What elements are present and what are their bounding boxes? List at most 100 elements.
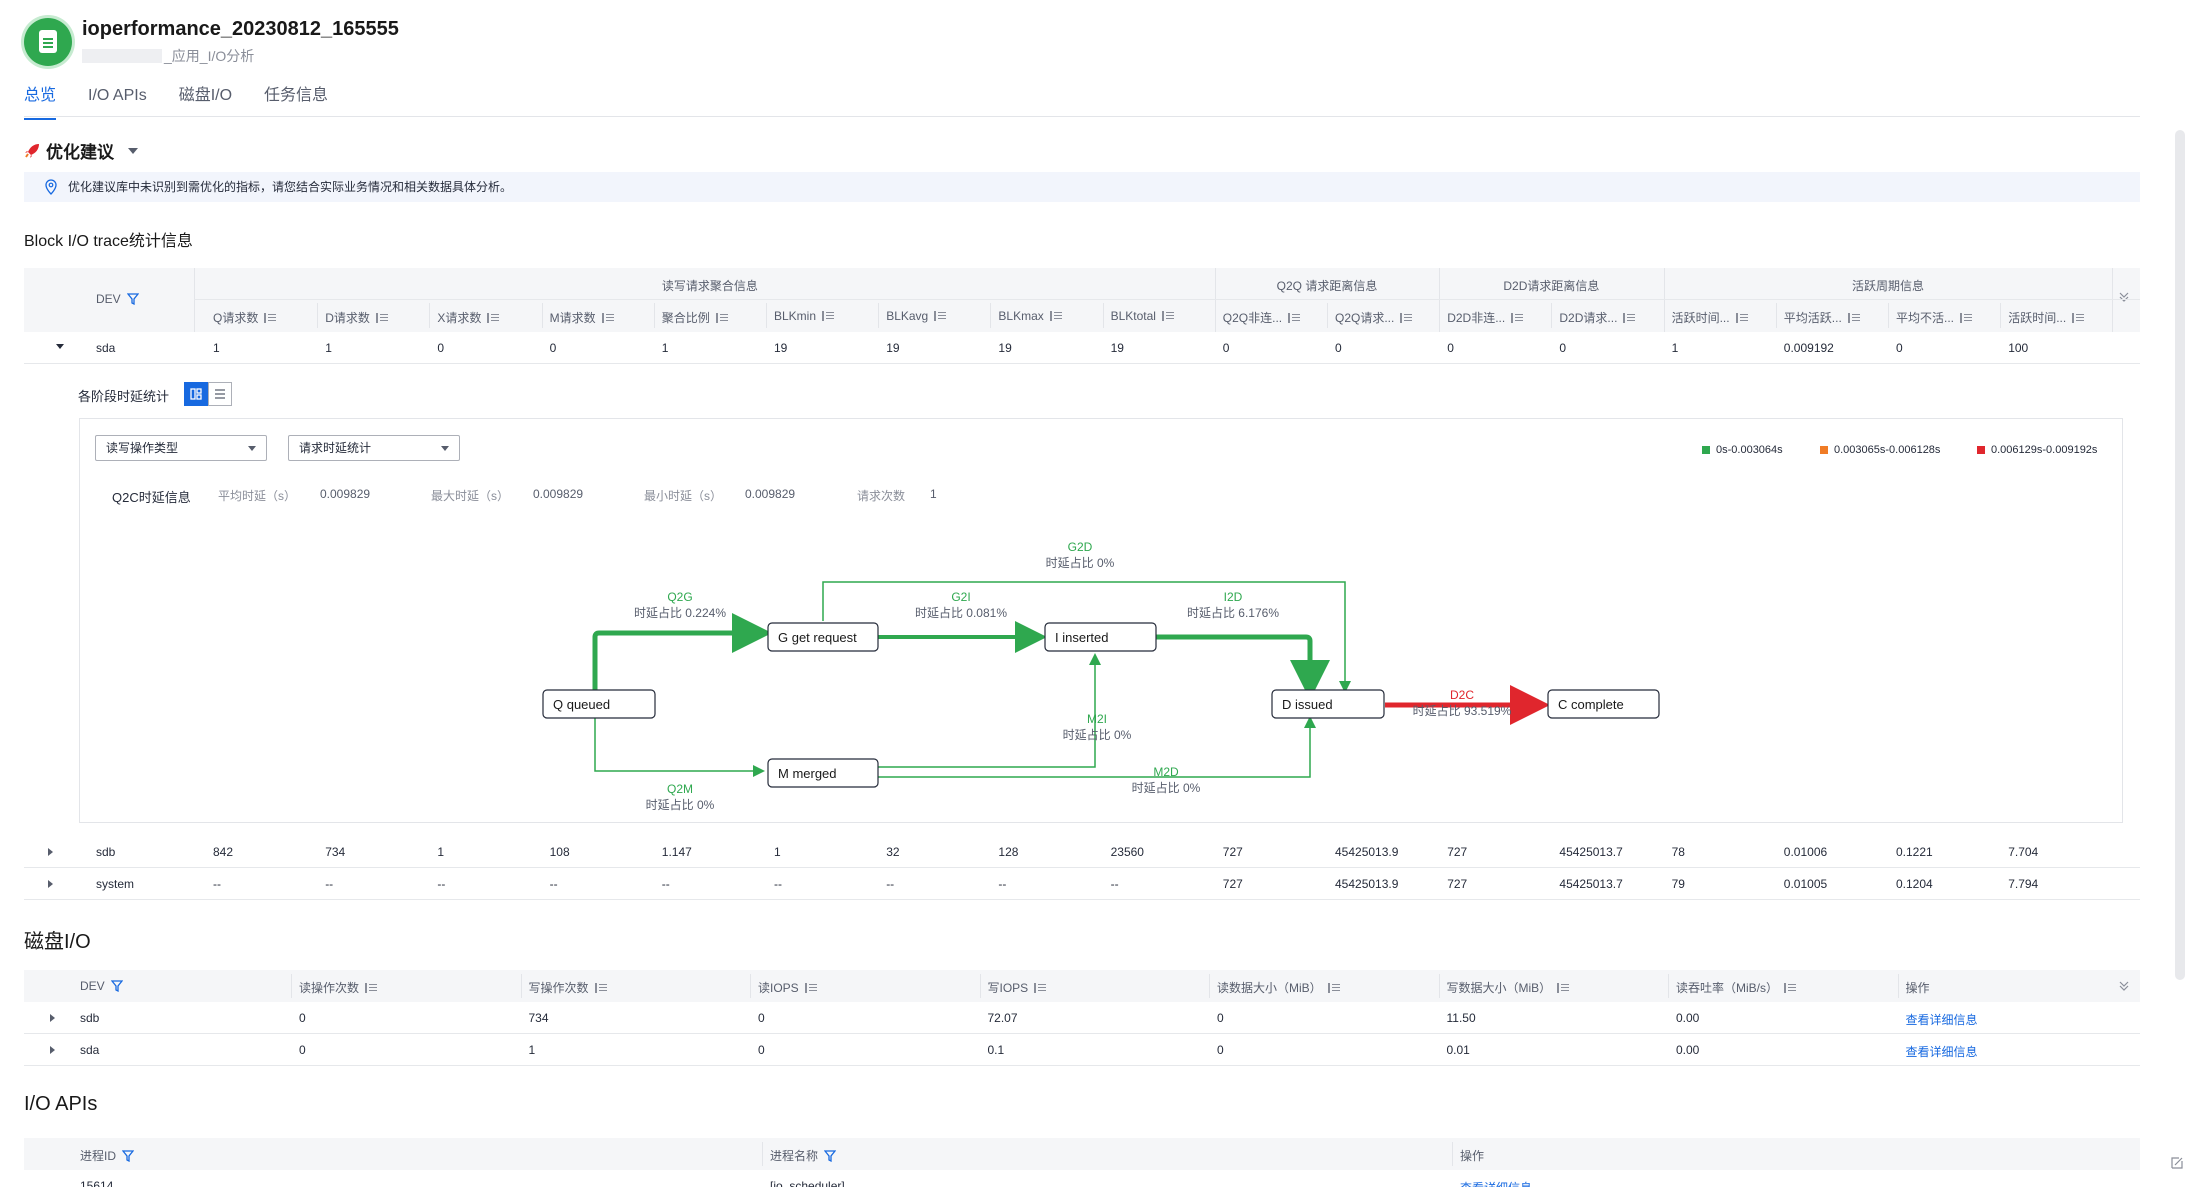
node-label: C complete (1558, 697, 1624, 712)
table-cell: 0.01006 (1783, 845, 1828, 859)
expand-toggle-icon[interactable] (50, 1014, 55, 1022)
sort-icon[interactable] (264, 313, 277, 323)
table-row[interactable]: sdb 0 734 0 72.07 0 11.50 0.00 查看详细信息 (24, 1002, 2140, 1034)
table-row[interactable]: sda 0 1 0 0.1 0 0.01 0.00 查看详细信息 (24, 1034, 2140, 1066)
column-header[interactable]: BLKmax (998, 309, 1062, 323)
edge-i2d (1151, 634, 1330, 700)
node-merged[interactable]: M merged (767, 758, 879, 788)
expand-toggle-icon[interactable] (48, 880, 53, 888)
advice-header[interactable]: 优化建议 (24, 138, 138, 163)
dev-cell: system (96, 877, 135, 891)
sort-icon[interactable] (1960, 313, 1973, 323)
column-header[interactable]: 聚合比例 (662, 309, 728, 326)
column-header[interactable]: 读吞吐率（MiB/s） (1676, 979, 1797, 996)
filter-icon[interactable] (126, 293, 139, 305)
expand-toggle-icon[interactable] (48, 848, 53, 856)
column-header[interactable]: Q2Q非连... (1223, 309, 1301, 326)
column-header[interactable]: 进程名称 (770, 1147, 837, 1164)
tab-disk-io[interactable]: 磁盘I/O (179, 82, 232, 116)
sort-icon[interactable] (1400, 313, 1413, 323)
sort-icon[interactable] (1049, 311, 1062, 321)
column-header[interactable]: D2D非连... (1447, 309, 1524, 326)
view-details-link[interactable]: 查看详细信息 (1460, 1179, 1532, 1187)
column-header[interactable]: DEV (80, 979, 123, 993)
table-row[interactable]: 15614 [io_scheduler] 查看详细信息 (24, 1170, 2140, 1187)
column-header[interactable]: X请求数 (437, 309, 500, 326)
header-divider (194, 299, 2140, 300)
tab-task-info[interactable]: 任务信息 (264, 82, 328, 116)
column-header[interactable]: BLKavg (886, 309, 947, 323)
column-header[interactable]: M请求数 (550, 309, 614, 326)
node-issued[interactable]: D issued (1271, 689, 1385, 719)
column-header[interactable]: 写数据大小（MiB） (1447, 979, 1570, 996)
sort-icon[interactable] (1327, 983, 1340, 993)
table-row[interactable]: sda 1 1 0 0 1 19 19 19 19 0 0 0 0 1 0.009192 0 100 (24, 332, 2140, 364)
sort-icon[interactable] (2072, 313, 2085, 323)
sort-icon[interactable] (1288, 313, 1301, 323)
sort-icon[interactable] (1623, 313, 1636, 323)
sort-icon[interactable] (375, 313, 388, 323)
sort-icon[interactable] (1847, 313, 1860, 323)
view-details-link[interactable]: 查看详细信息 (1906, 1043, 1978, 1060)
expand-toggle-icon[interactable] (56, 344, 64, 349)
list-view-button[interactable] (208, 382, 232, 406)
sort-icon[interactable] (594, 983, 607, 993)
sort-icon[interactable] (1557, 983, 1570, 993)
sort-icon[interactable] (1161, 311, 1174, 321)
column-group-header: 活跃周期信息 (1851, 279, 1924, 293)
sort-icon[interactable] (1735, 313, 1748, 323)
column-header[interactable]: Q2Q请求... (1335, 309, 1413, 326)
graph-view-button[interactable] (184, 382, 208, 406)
filter-icon[interactable] (110, 980, 123, 992)
column-header[interactable]: 平均不活... (1896, 309, 1973, 326)
chevron-double-down-icon[interactable] (2118, 292, 2130, 302)
table-cell: 1 (1671, 341, 1679, 355)
table-row[interactable]: system -- -- -- -- -- -- -- -- -- 727 45425013.9 727… (24, 868, 2140, 900)
chevron-down-icon[interactable] (128, 147, 138, 154)
sort-icon[interactable] (601, 313, 614, 323)
column-header[interactable]: 操作 (1906, 979, 1930, 996)
column-header[interactable]: BLKtotal (1111, 309, 1174, 323)
column-header[interactable]: 写操作次数 (529, 979, 607, 996)
column-header[interactable]: D请求数 (325, 309, 388, 326)
page-scrollbar[interactable] (2175, 130, 2185, 980)
column-header[interactable]: D2D请求... (1559, 309, 1636, 326)
node-queued[interactable]: Q queued (542, 689, 656, 719)
column-header[interactable]: 活跃时间... (1672, 309, 1748, 326)
node-get-request[interactable]: G get request (767, 622, 879, 652)
expand-toggle-icon[interactable] (50, 1046, 55, 1054)
column-header[interactable]: 进程ID (80, 1147, 135, 1164)
view-details-link[interactable]: 查看详细信息 (1906, 1011, 1978, 1028)
filter-icon[interactable] (122, 1150, 135, 1162)
filter-icon[interactable] (824, 1150, 837, 1162)
column-header[interactable]: BLKmin (774, 309, 835, 323)
column-header[interactable]: 读操作次数 (299, 979, 378, 996)
sort-icon[interactable] (487, 313, 500, 323)
tab-io-apis[interactable]: I/O APIs (88, 82, 147, 116)
sort-icon[interactable] (1784, 983, 1797, 993)
sort-icon[interactable] (365, 983, 378, 993)
sort-icon[interactable] (822, 311, 835, 321)
column-header[interactable]: 操作 (1460, 1147, 1484, 1164)
sort-icon[interactable] (934, 311, 947, 321)
node-complete[interactable]: C complete (1547, 689, 1660, 719)
node-inserted[interactable]: I inserted (1044, 622, 1157, 652)
column-header[interactable]: 写IOPS (988, 979, 1047, 996)
chevron-double-down-icon[interactable] (2118, 981, 2130, 991)
column-header-label: D请求数 (325, 311, 370, 325)
table-row[interactable]: sdb 842 734 1 108 1.147 1 32 128 23560 727 45425013… (24, 836, 2140, 868)
edge-name-label: G2I (951, 590, 970, 604)
column-header[interactable]: 读数据大小（MiB） (1217, 979, 1340, 996)
edit-icon[interactable] (2169, 1155, 2185, 1171)
masked-text (82, 49, 162, 63)
table-cell: 7.704 (2008, 845, 2039, 859)
column-header[interactable]: Q请求数 (213, 309, 277, 326)
sort-icon[interactable] (1511, 313, 1524, 323)
column-header[interactable]: 活跃时间... (2008, 309, 2085, 326)
sort-icon[interactable] (804, 983, 817, 993)
column-header[interactable]: 平均活跃... (1784, 309, 1860, 326)
sort-icon[interactable] (1034, 983, 1047, 993)
tab-overview[interactable]: 总览 (24, 82, 57, 120)
column-header[interactable]: 读IOPS (758, 979, 817, 996)
sort-icon[interactable] (715, 313, 728, 323)
